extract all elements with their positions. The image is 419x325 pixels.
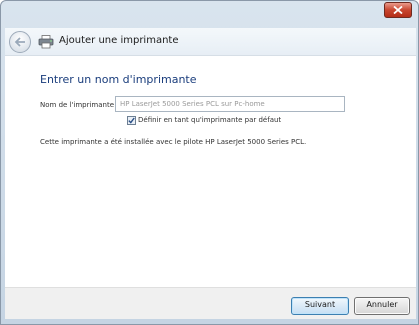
page-title: Entrer un nom d'imprimante [40,73,197,86]
printer-name-input[interactable]: HP LaserJet 5000 Series PCL sur Pc-home [115,96,345,112]
dialog-window: Ajouter une imprimante Entrer un nom d'i… [0,0,419,325]
driver-info-text: Cette imprimante a été installée avec le… [40,138,307,146]
wizard-header: Ajouter une imprimante [5,28,416,56]
title-bar [1,1,418,27]
cancel-button[interactable]: Annuler [354,297,410,315]
close-icon [393,6,403,14]
default-printer-checkbox[interactable] [127,116,136,125]
checkmark-icon [128,117,135,124]
printer-name-label: Nom de l'imprimante : [40,101,119,109]
back-arrow-icon [14,37,25,47]
next-button[interactable]: Suivant [291,297,349,315]
wizard-title: Ajouter une imprimante [59,35,179,46]
button-bar: Suivant Annuler [5,287,416,319]
back-button[interactable] [9,31,31,53]
default-printer-label[interactable]: Définir en tant qu'imprimante par défaut [138,116,281,124]
close-button[interactable] [384,2,412,18]
content-area: Entrer un nom d'imprimante Nom de l'impr… [5,56,416,287]
printer-icon [38,35,54,49]
